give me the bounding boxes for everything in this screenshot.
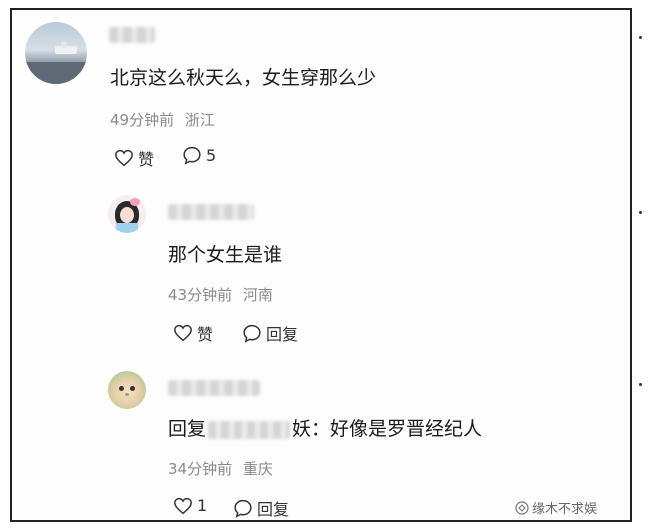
avatar[interactable]: [25, 22, 87, 84]
edge-dot: [639, 36, 642, 39]
mentioned-user-blurred: [208, 420, 291, 439]
username-blurred: [109, 27, 155, 43]
like-button[interactable]: 赞: [173, 321, 213, 345]
location: 浙江: [184, 111, 215, 129]
reply-body: 妖：好像是罗晋经纪人: [292, 418, 483, 440]
platform-logo-icon: [515, 500, 529, 515]
username-blurred: [168, 204, 254, 220]
comment-meta: 34分钟前 重庆: [168, 458, 273, 479]
comment-bubble-icon: [243, 324, 261, 343]
reply-count: 5: [206, 146, 217, 165]
timestamp: 43分钟前: [168, 286, 233, 304]
reply-label: 回复: [266, 325, 299, 344]
like-button[interactable]: 1: [173, 496, 207, 515]
heart-icon: [174, 324, 192, 342]
reply-prefix: 回复: [168, 418, 207, 440]
timestamp: 49分钟前: [110, 111, 175, 129]
comment-text: 那个女生是谁: [168, 244, 283, 266]
heart-icon: [115, 149, 133, 167]
watermark-text: 缘木不求娱: [532, 502, 598, 517]
reply-label: 回复: [257, 500, 290, 519]
comment-text: 回复 妖：好像是罗晋经纪人: [168, 414, 482, 441]
avatar[interactable]: [108, 195, 146, 233]
like-button[interactable]: 赞: [114, 146, 154, 170]
heart-icon: [174, 497, 192, 514]
timestamp: 34分钟前: [168, 460, 233, 478]
comment-meta: 49分钟前 浙江: [110, 109, 215, 130]
username-blurred: [168, 380, 260, 396]
location: 重庆: [242, 460, 273, 478]
reply-count-button[interactable]: 5: [182, 146, 216, 165]
avatar[interactable]: [108, 371, 146, 409]
like-label: 赞: [138, 150, 155, 169]
reply-button[interactable]: 回复: [242, 321, 298, 345]
comment-text: 北京这么秋天么，女生穿那么少: [110, 67, 377, 89]
edge-dot: [639, 211, 642, 214]
reply-button[interactable]: 回复: [233, 496, 289, 520]
comment-bubble-icon: [234, 499, 252, 518]
watermark: 缘木不求娱: [515, 498, 597, 517]
edge-dot: [639, 383, 642, 386]
comment-meta: 43分钟前 河南: [168, 284, 273, 305]
location: 河南: [242, 286, 273, 304]
like-count: 1: [197, 496, 208, 515]
comment-bubble-icon: [183, 146, 201, 165]
like-label: 赞: [197, 325, 214, 344]
